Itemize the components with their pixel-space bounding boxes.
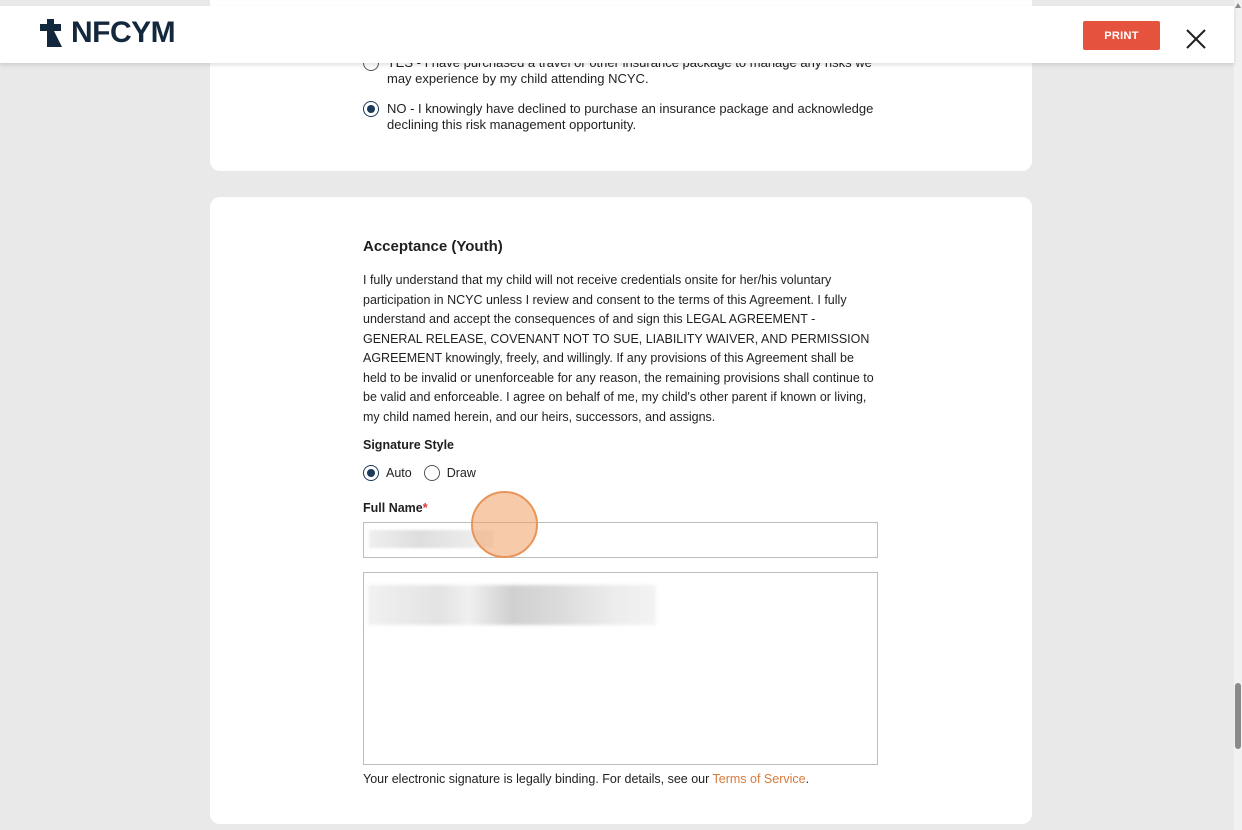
full-name-input[interactable] bbox=[363, 522, 878, 558]
insurance-no-radio[interactable] bbox=[363, 101, 379, 117]
nfcym-logo[interactable]: NFCYM bbox=[40, 16, 176, 49]
acceptance-body: I fully understand that my child will no… bbox=[363, 273, 874, 424]
page-scrollbar[interactable] bbox=[1234, 0, 1242, 830]
print-button[interactable]: PRINT bbox=[1083, 21, 1160, 50]
signature-disclaimer: Your electronic signature is legally bin… bbox=[363, 771, 809, 787]
top-bar: NFCYM PRINT bbox=[0, 6, 1234, 63]
signature-auto-option[interactable]: Auto bbox=[363, 465, 412, 481]
acceptance-heading: Acceptance (Youth) bbox=[363, 238, 503, 255]
disclaimer-end: . bbox=[805, 772, 810, 786]
cross-logo-icon bbox=[40, 19, 62, 47]
signature-preview-box[interactable] bbox=[363, 572, 878, 765]
insurance-no-label: NO - I knowingly have declined to purcha… bbox=[387, 101, 874, 132]
full-name-label-text: Full Name bbox=[363, 501, 423, 515]
redacted-signature bbox=[368, 585, 656, 625]
disclaimer-text: Your electronic signature is legally bin… bbox=[363, 772, 713, 786]
close-icon[interactable] bbox=[1183, 26, 1209, 52]
signature-style-options: Auto Draw bbox=[363, 465, 488, 481]
signature-auto-label: Auto bbox=[386, 466, 412, 480]
full-name-label: Full Name* bbox=[363, 501, 428, 515]
scroll-thumb[interactable] bbox=[1235, 683, 1241, 749]
signature-style-label: Signature Style bbox=[363, 438, 454, 452]
logo-text: NFCYM bbox=[71, 16, 176, 49]
signature-draw-radio[interactable] bbox=[423, 465, 440, 481]
insurance-no-option[interactable]: NO - I knowingly have declined to purcha… bbox=[363, 101, 877, 133]
signature-draw-option[interactable]: Draw bbox=[423, 465, 476, 481]
scroll-up-arrow-icon[interactable] bbox=[1235, 3, 1241, 8]
terms-of-service-link[interactable]: Terms of Service bbox=[713, 772, 806, 786]
redacted-name-value bbox=[369, 530, 494, 548]
required-asterisk: * bbox=[422, 501, 428, 515]
signature-auto-radio[interactable] bbox=[363, 465, 379, 481]
signature-draw-label: Draw bbox=[446, 466, 476, 480]
